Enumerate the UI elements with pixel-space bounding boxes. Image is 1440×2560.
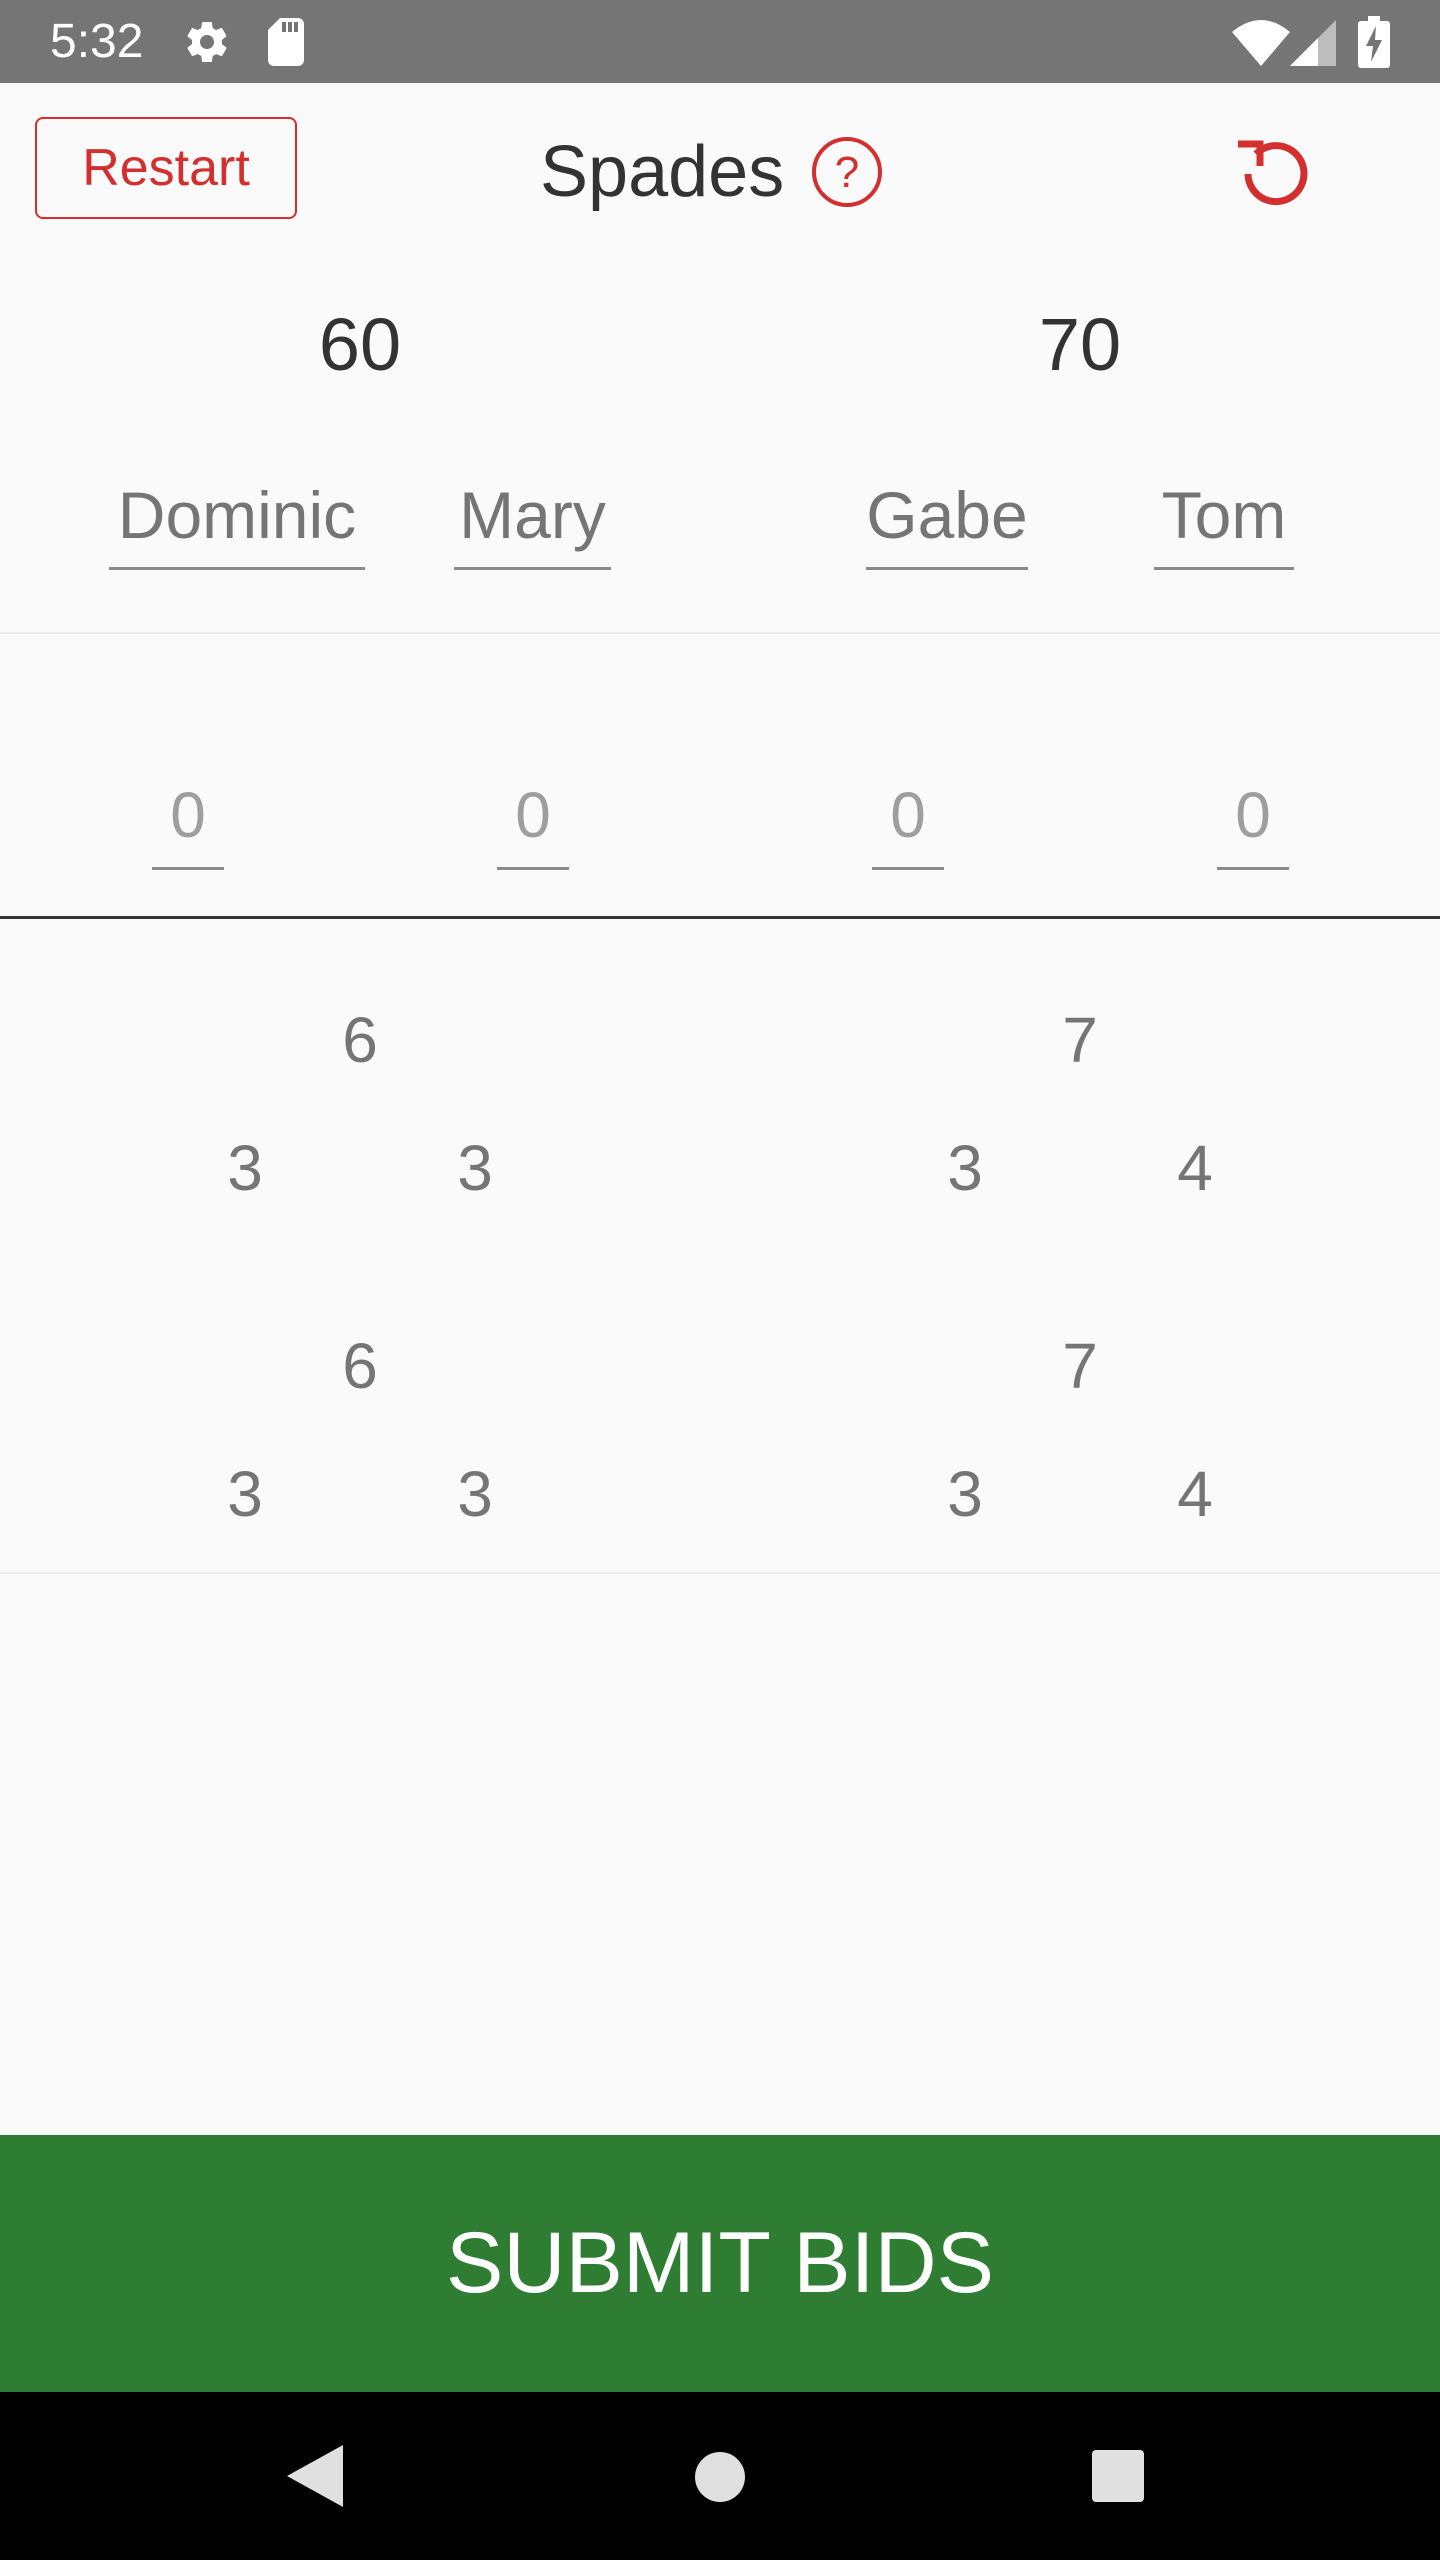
gear-icon bbox=[187, 22, 227, 63]
divider bbox=[0, 916, 1440, 919]
round-player-tricks: 3 bbox=[457, 1458, 493, 1530]
bid-input[interactable]: 0 bbox=[152, 770, 224, 870]
player-name-field[interactable]: Tom bbox=[1154, 470, 1294, 570]
bid-input[interactable]: 0 bbox=[1217, 770, 1289, 870]
player-name-field[interactable]: Gabe bbox=[866, 470, 1028, 570]
battery-charging-icon bbox=[1358, 16, 1390, 68]
back-icon[interactable] bbox=[285, 2443, 345, 2509]
round-team1-total: 6 bbox=[342, 1330, 378, 1402]
restart-button[interactable]: Restart bbox=[35, 117, 297, 219]
page-title: Spades bbox=[540, 132, 785, 212]
round-player-tricks: 3 bbox=[947, 1132, 983, 1204]
divider bbox=[0, 1572, 1440, 1574]
player-name-field[interactable]: Dominic bbox=[109, 470, 365, 570]
submit-bids-button[interactable]: SUBMIT BIDS bbox=[0, 2135, 1440, 2392]
round-player-tricks: 4 bbox=[1177, 1458, 1213, 1530]
divider bbox=[0, 632, 1440, 634]
svg-text:?: ? bbox=[835, 148, 859, 197]
bid-input[interactable]: 0 bbox=[872, 770, 944, 870]
bid-input[interactable]: 0 bbox=[497, 770, 569, 870]
help-circle-icon[interactable]: ? bbox=[810, 135, 884, 209]
round-player-tricks: 3 bbox=[227, 1458, 263, 1530]
round-team2-total: 7 bbox=[1062, 1330, 1098, 1402]
team1-score: 60 bbox=[318, 303, 402, 386]
player-name-field[interactable]: Mary bbox=[454, 470, 611, 570]
round-player-tricks: 4 bbox=[1177, 1132, 1213, 1204]
wifi-icon bbox=[1232, 20, 1290, 66]
home-icon[interactable] bbox=[695, 2452, 745, 2502]
round-player-tricks: 3 bbox=[227, 1132, 263, 1204]
round-team1-total: 6 bbox=[342, 1004, 378, 1076]
recent-apps-icon[interactable] bbox=[1092, 2450, 1144, 2502]
status-time: 5:32 bbox=[50, 15, 144, 68]
round-player-tricks: 3 bbox=[457, 1132, 493, 1204]
round-player-tricks: 3 bbox=[947, 1458, 983, 1530]
team2-score: 70 bbox=[1038, 303, 1122, 386]
sd-card-icon bbox=[268, 18, 304, 66]
round-team2-total: 7 bbox=[1062, 1004, 1098, 1076]
status-bar: 5:32 bbox=[0, 0, 1440, 83]
signal-icon bbox=[1290, 20, 1336, 66]
undo-icon[interactable] bbox=[1228, 130, 1316, 218]
